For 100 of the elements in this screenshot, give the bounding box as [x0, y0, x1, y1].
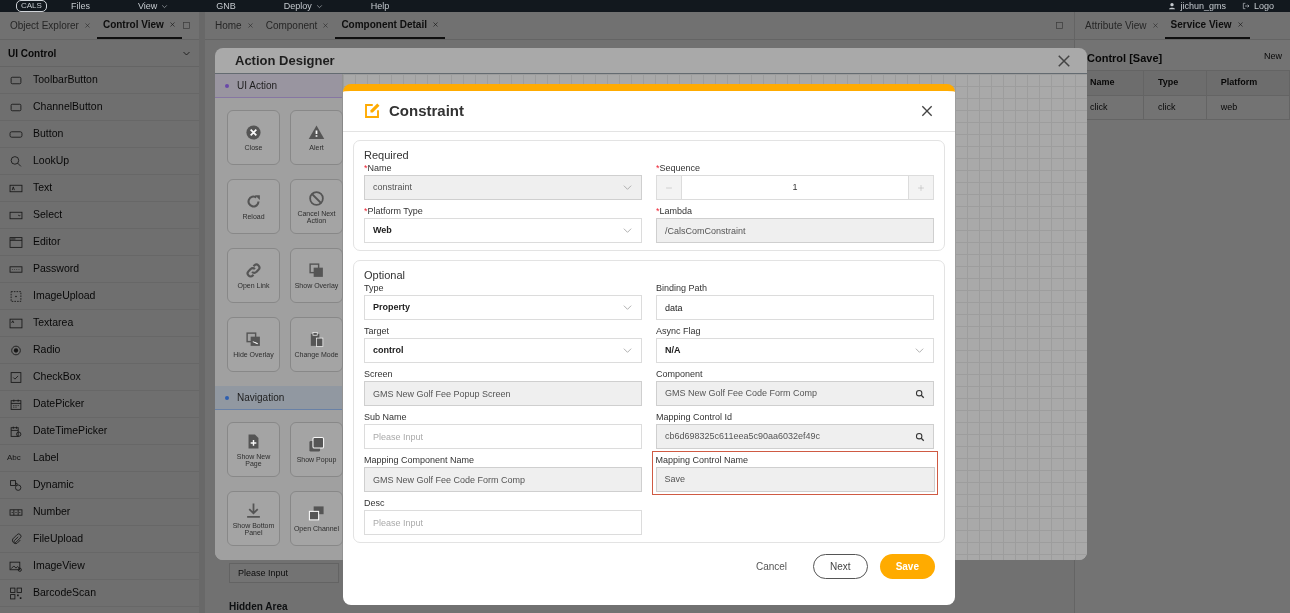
- dialog-title: Constraint: [389, 100, 464, 121]
- calendar-icon: [7, 397, 25, 411]
- chevron-down-icon: [622, 345, 633, 356]
- chevron-down-icon: [622, 302, 633, 313]
- input-field[interactable]: data: [656, 295, 934, 320]
- user-name: jichun_gms: [1180, 0, 1226, 12]
- control-list-item[interactable]: Password: [0, 256, 199, 283]
- field-label: Sub Name: [364, 411, 408, 424]
- next-button[interactable]: Next: [813, 554, 868, 579]
- control-list-item[interactable]: Textarea: [0, 310, 199, 337]
- text-field[interactable]: Please Input: [229, 563, 339, 583]
- hidden-window-icon: [245, 331, 262, 348]
- control-list-item[interactable]: Button: [0, 121, 199, 148]
- control-list-item[interactable]: ToolbarButton: [0, 67, 199, 94]
- control-list-item[interactable]: Editor: [0, 229, 199, 256]
- dialog-title: Action Designer: [235, 51, 335, 70]
- menu-item[interactable]: GNB: [216, 0, 236, 12]
- control-list-item[interactable]: Number: [0, 499, 199, 526]
- group-title[interactable]: UI Control: [8, 45, 57, 61]
- dropdown-field[interactable]: Web: [364, 218, 642, 243]
- number-stepper[interactable]: 1: [656, 175, 934, 200]
- textarea-icon: [7, 316, 25, 330]
- field-label: *Lambda: [656, 205, 694, 218]
- control-list-item[interactable]: DateTimePicker: [0, 418, 199, 445]
- user-icon: [1168, 2, 1177, 10]
- control-list-item[interactable]: FileUpload: [0, 526, 199, 553]
- plus-icon[interactable]: [916, 183, 926, 194]
- control-list-item[interactable]: Text: [0, 175, 199, 202]
- field-label: Component: [656, 368, 704, 381]
- section-title: Optional: [364, 268, 406, 282]
- section-header[interactable]: Navigation: [215, 386, 342, 410]
- panel-tab[interactable]: Component Detail: [335, 11, 445, 39]
- menu-item[interactable]: Help: [370, 0, 390, 12]
- stacked-squares-icon: [308, 436, 325, 453]
- control-list-item[interactable]: Dynamic: [0, 472, 199, 499]
- logout-icon[interactable]: [1241, 2, 1250, 10]
- edit-icon: [363, 102, 381, 120]
- control-list-item[interactable]: Abc Label: [0, 445, 199, 472]
- channel-windows-icon: [308, 505, 325, 522]
- field-label: Async Flag: [656, 325, 702, 338]
- control-list-item[interactable]: Radio: [0, 337, 199, 364]
- chevron-down-icon: [914, 345, 925, 356]
- panel-tab[interactable]: Object Explorer: [4, 11, 97, 39]
- column-header: Platform: [1206, 70, 1290, 95]
- download-icon: [245, 501, 262, 519]
- logout-link[interactable]: Logo: [1253, 0, 1274, 12]
- panel-tab[interactable]: Service View: [1164, 11, 1250, 39]
- image-icon: [7, 559, 25, 573]
- editor-window-icon: [7, 235, 25, 249]
- warning-icon: [308, 124, 325, 141]
- prohibited-icon: [308, 189, 325, 207]
- dropdown-field[interactable]: Property: [364, 295, 642, 320]
- field-label: *Platform Type: [364, 205, 424, 218]
- control-list-item[interactable]: Select: [0, 202, 199, 229]
- field-label: *Sequence: [656, 162, 702, 175]
- field-label: Binding Path: [656, 282, 709, 295]
- cancel-button[interactable]: Cancel: [741, 554, 802, 579]
- caret-down-icon: [315, 2, 323, 10]
- section-header[interactable]: UI Action: [215, 74, 342, 98]
- chevron-down-icon: [622, 225, 633, 236]
- table-cell: web: [1206, 95, 1290, 120]
- field-label: Type: [364, 282, 385, 295]
- clipboard-icon: [308, 331, 325, 348]
- panel-tab[interactable]: Attribute View: [1079, 11, 1165, 39]
- menu-item[interactable]: Deploy: [283, 0, 323, 12]
- control-list-item[interactable]: DatePicker: [0, 391, 199, 418]
- panel-tab[interactable]: Home: [209, 11, 260, 39]
- control-list-item[interactable]: CheckBox: [0, 364, 199, 391]
- area-label: Hidden Area: [229, 600, 289, 611]
- checkbox-icon: [7, 370, 25, 384]
- new-link[interactable]: New: [1264, 50, 1282, 70]
- control-list-item[interactable]: ChannelButton: [0, 94, 199, 121]
- label-glyph-icon: Abc: [7, 452, 25, 464]
- field-label: Screen: [364, 368, 394, 381]
- control-list-item[interactable]: LookUp: [0, 148, 199, 175]
- image-upload-icon: [7, 289, 25, 303]
- close-icon[interactable]: [919, 103, 935, 119]
- panel-tab[interactable]: Component: [259, 11, 336, 39]
- field-label: Mapping Component Name: [364, 454, 476, 467]
- panel-tab[interactable]: Control View: [96, 11, 182, 39]
- menu-item[interactable]: Files: [70, 0, 90, 12]
- qr-code-icon: [7, 586, 25, 600]
- dropdown-field[interactable]: N/A: [656, 338, 934, 363]
- column-header: Type: [1143, 70, 1207, 95]
- menu-item[interactable]: View: [137, 0, 169, 12]
- chevron-down-icon: [622, 182, 633, 193]
- table-cell: click: [1143, 95, 1207, 120]
- maximize-icon[interactable]: [1055, 21, 1064, 30]
- field-label: *Name: [364, 162, 393, 175]
- control-list-item[interactable]: BarcodeScan: [0, 580, 199, 607]
- close-circle-icon: [245, 124, 262, 141]
- field-label: Mapping Control Name: [655, 453, 750, 467]
- control-list-item[interactable]: ImageView: [0, 553, 199, 580]
- maximize-icon[interactable]: [181, 21, 191, 30]
- control-list-item[interactable]: ImageUpload: [0, 283, 199, 310]
- caret-down-icon: [161, 2, 169, 10]
- input-field[interactable]: Please Input: [364, 424, 642, 449]
- dropdown-field[interactable]: control: [364, 338, 642, 363]
- input-field[interactable]: Please Input: [364, 510, 642, 535]
- reload-icon: [245, 193, 262, 210]
